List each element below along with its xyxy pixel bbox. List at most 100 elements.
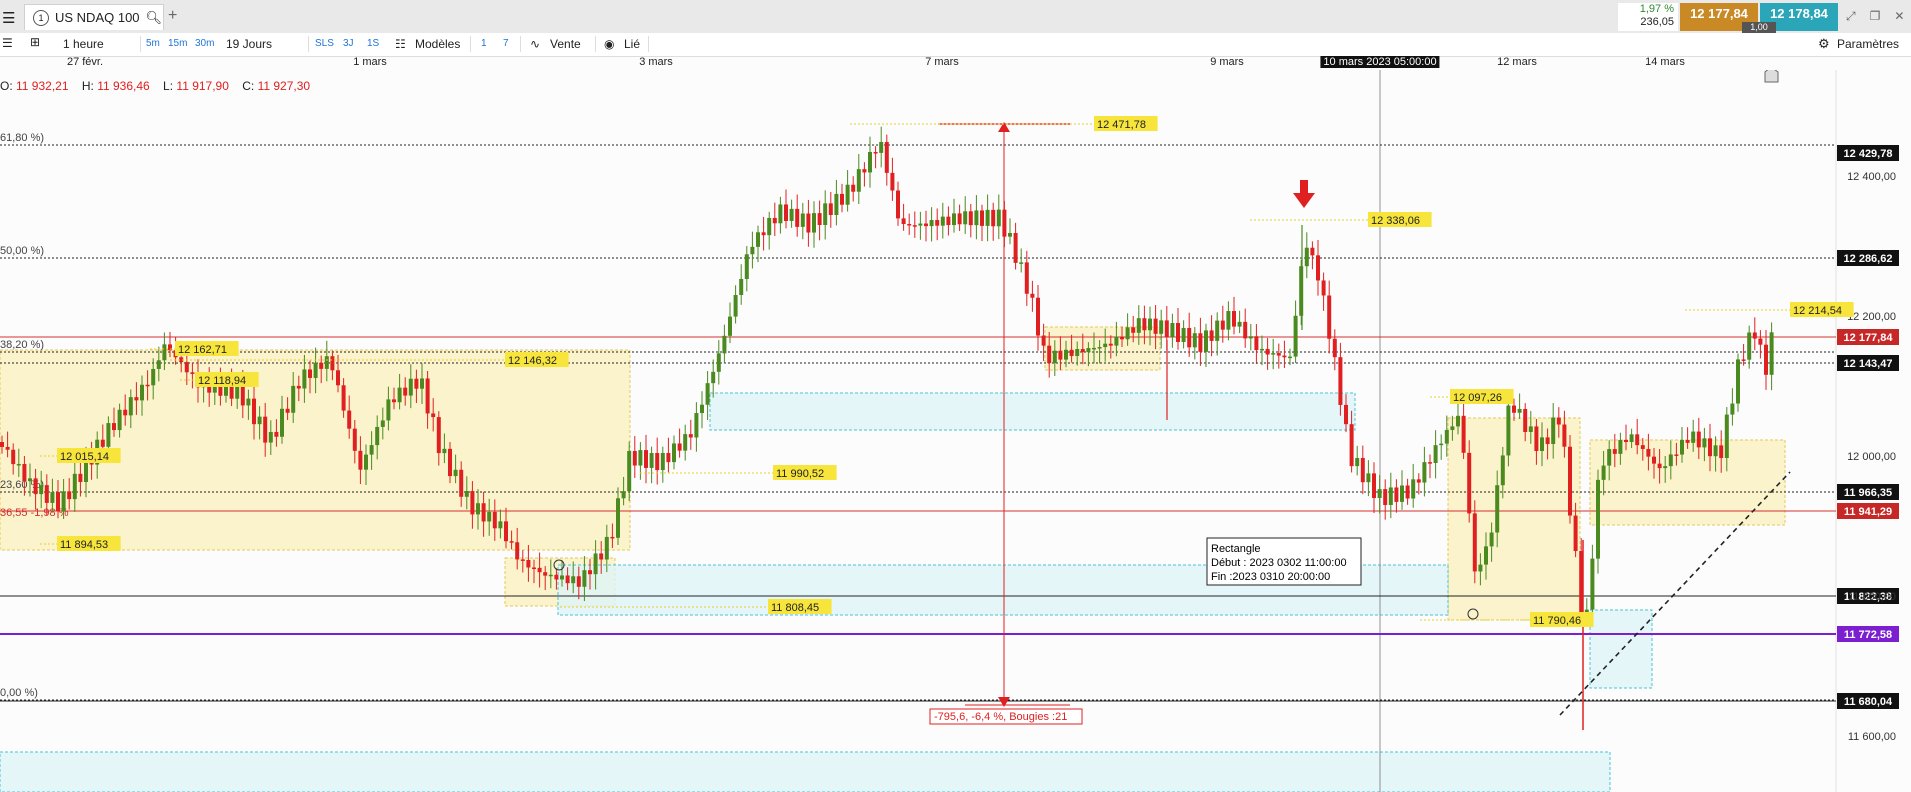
candle-body <box>1467 452 1472 514</box>
sell-button[interactable]: Vente <box>550 37 581 51</box>
candle-body <box>1450 426 1455 430</box>
candle-body <box>246 398 251 406</box>
timeframe-select[interactable]: 1 heure <box>63 37 104 51</box>
y-tick-label: 11 600,00 <box>1848 731 1896 743</box>
candle-body <box>1747 332 1752 360</box>
candle-body <box>560 575 564 580</box>
candle-body <box>1730 403 1735 415</box>
candle-body <box>515 542 520 560</box>
list-icon[interactable]: ☰ <box>2 36 13 50</box>
candle-body <box>711 371 716 384</box>
candle-body <box>1041 335 1046 346</box>
candle-body <box>1316 255 1320 281</box>
candle-body <box>1556 417 1561 425</box>
supply-zone[interactable] <box>1447 417 1581 621</box>
linked-button[interactable]: Lié <box>624 37 640 51</box>
expand-icon[interactable]: ⤢ <box>1846 9 1856 24</box>
candle-body <box>1355 457 1360 467</box>
price-chart[interactable]: 61,80 %)50,00 %)38,20 %)23,60 %)0,00 %)3… <box>0 70 1911 792</box>
annotation-label: 11 990,52 <box>776 468 824 480</box>
candle-body <box>1332 338 1337 358</box>
candle-body <box>459 469 464 497</box>
candle-body <box>1416 479 1421 483</box>
close-icon[interactable]: ✕ <box>1894 9 1904 24</box>
candle-body <box>1702 438 1707 448</box>
candle-body <box>263 416 268 443</box>
candle-body <box>1484 546 1488 565</box>
period-select[interactable]: 19 Jours <box>226 37 272 51</box>
candle-body <box>257 416 262 425</box>
candle-body <box>543 572 548 576</box>
candle-body <box>1271 353 1276 355</box>
mode-1s[interactable]: 1S <box>367 38 379 49</box>
candle-body <box>1495 485 1500 533</box>
candle-body <box>1612 449 1617 454</box>
tf-30m[interactable]: 30m <box>195 38 214 49</box>
candle-body <box>1282 355 1287 358</box>
candle-body <box>1512 405 1516 413</box>
candle-body <box>588 570 592 575</box>
candle-body <box>386 399 391 421</box>
candle-body <box>1019 262 1024 264</box>
candle-body <box>397 387 402 403</box>
candle-body <box>879 142 884 153</box>
y-tick-label: 12 000,00 <box>1847 451 1896 463</box>
mode-sls[interactable]: SLS <box>315 38 334 49</box>
candle-body <box>795 208 800 227</box>
annotation-label: 12 214,54 <box>1793 305 1842 317</box>
candle-body <box>1159 320 1164 334</box>
candle-body <box>1215 320 1220 341</box>
hamburger-menu-icon[interactable]: ☰ <box>2 9 15 27</box>
annotation-label: 11 894,53 <box>60 539 108 551</box>
candle-body <box>1288 356 1292 359</box>
candle-body <box>683 434 688 451</box>
candle-body <box>800 213 805 227</box>
date-label: 14 mars <box>1645 56 1685 68</box>
candle-body <box>492 511 497 529</box>
settings-button[interactable]: Paramètres <box>1837 37 1899 51</box>
mode-3j[interactable]: 3J <box>343 38 354 49</box>
candle-body <box>285 408 290 413</box>
supply-zone[interactable] <box>1044 326 1161 371</box>
candle-body <box>504 521 508 542</box>
scroll-home-icon[interactable] <box>1764 70 1779 83</box>
candle-body <box>840 193 844 205</box>
annotation-label: 12 097,26 <box>1453 392 1502 404</box>
candle-body <box>112 423 116 431</box>
search-icon[interactable]: 🔍︎ <box>146 10 163 26</box>
tf-15m[interactable]: 15m <box>168 38 187 49</box>
candle-body <box>1276 353 1281 356</box>
candle-body <box>470 491 475 515</box>
candle-body <box>1164 320 1169 338</box>
models-button[interactable]: Modèles <box>415 37 460 51</box>
chart-count-7[interactable]: 7 <box>503 38 509 49</box>
candle-body <box>1136 318 1141 333</box>
restore-icon[interactable]: ❐ <box>1870 9 1881 24</box>
chart-count-1[interactable]: 1 <box>481 38 487 49</box>
candle-body <box>918 223 923 226</box>
demand-zone[interactable] <box>1589 609 1653 689</box>
crosshair-date-label: 10 mars 2023 05:00:00 <box>1320 56 1440 68</box>
candle-body <box>330 356 335 371</box>
layout-icon[interactable]: ⊞ <box>30 35 40 49</box>
demand-zone[interactable] <box>0 751 1611 792</box>
candle-body <box>1461 415 1466 453</box>
gear-icon[interactable]: ⚙ <box>1818 36 1830 52</box>
candle-body <box>1058 350 1063 360</box>
candle-body <box>582 570 587 587</box>
candle-body <box>296 385 301 389</box>
candle-body <box>39 485 44 495</box>
candle-body <box>16 463 21 466</box>
candle-body <box>610 536 615 539</box>
tf-5m[interactable]: 5m <box>146 38 160 49</box>
candle-body <box>1360 457 1365 483</box>
instrument-tab[interactable]: 1 US NDAQ 100 🔍︎ <box>24 4 164 30</box>
candle-body <box>823 203 828 225</box>
candle-body <box>649 453 654 468</box>
add-tab-icon[interactable]: + <box>168 7 177 25</box>
candle-body <box>1008 232 1012 237</box>
demand-zone[interactable] <box>709 392 1356 431</box>
candle-body <box>834 193 839 216</box>
candle-body <box>1148 318 1152 331</box>
candle-body <box>1131 327 1136 333</box>
